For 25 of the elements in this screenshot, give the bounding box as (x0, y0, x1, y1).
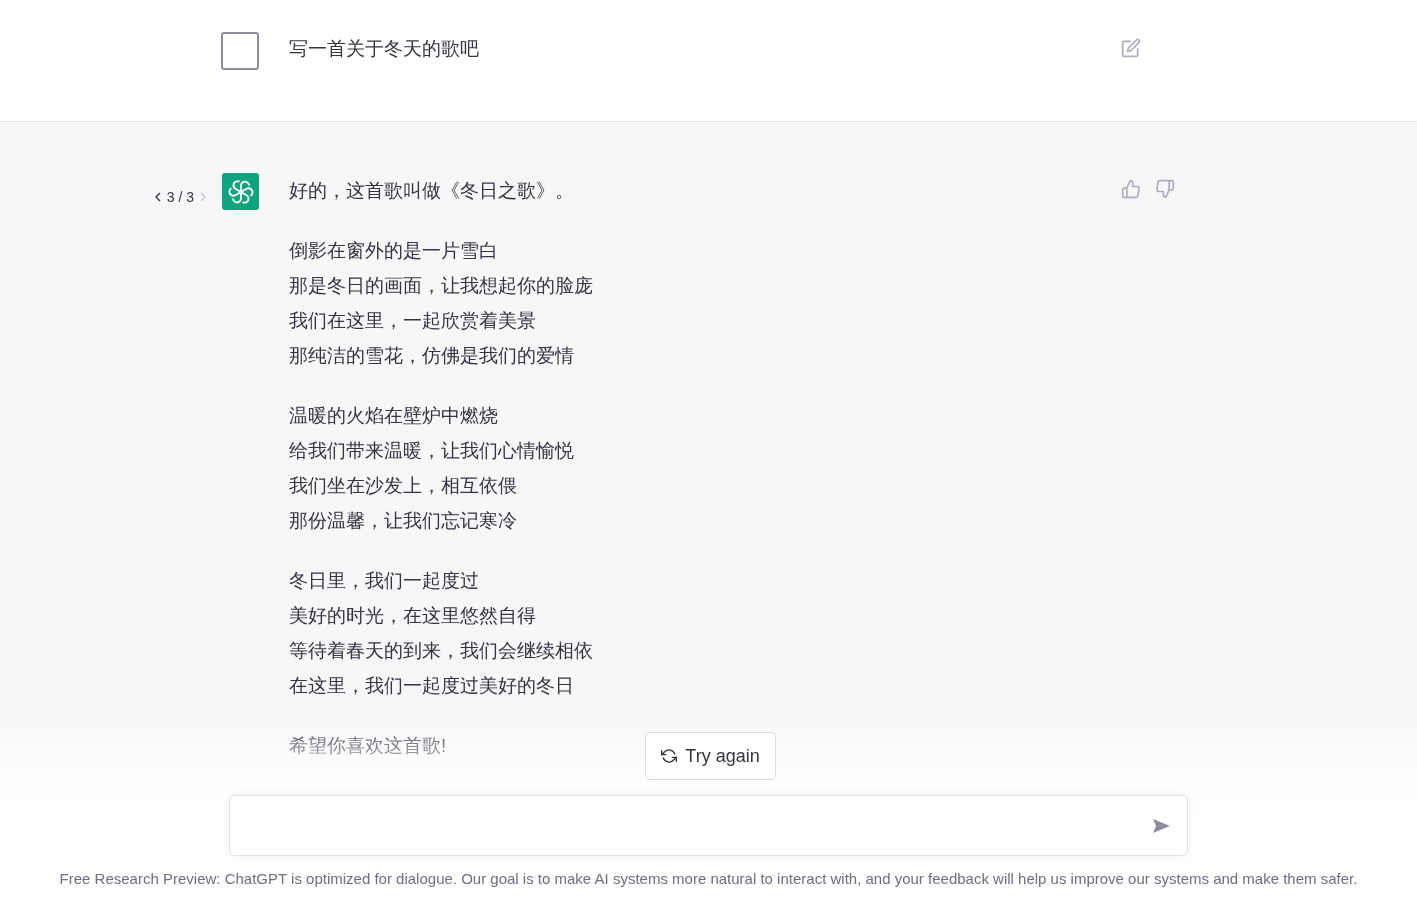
refresh-icon (661, 748, 678, 764)
thumbs-down-icon[interactable] (1155, 179, 1175, 199)
lyric-line: 那份温馨，让我们忘记寒冷 (289, 509, 517, 533)
assistant-avatar (222, 173, 259, 210)
lyric-line: 那纯洁的雪花，仿佛是我们的爱情 (289, 344, 574, 368)
lyric-line: 等待着春天的到来，我们会继续相依 (289, 639, 593, 663)
user-avatar (221, 32, 259, 70)
lyric-line: 我们坐在沙发上，相互依偎 (289, 474, 517, 498)
lyric-line: 那是冬日的画面，让我想起你的脸庞 (289, 274, 593, 298)
lyric-line: 我们在这里，一起欣赏着美景 (289, 309, 536, 333)
lyric-line: 倒影在窗外的是一片雪白 (289, 239, 498, 263)
page-counter: 3 / 3 (166, 188, 194, 205)
edit-icon[interactable] (1121, 38, 1141, 58)
lyric-line: 在这里，我们一起度过美好的冬日 (289, 674, 574, 698)
lyric-line: 温暖的火焰在壁炉中燃烧 (289, 404, 498, 428)
lyric-line: 美好的时光，在这里悠然自得 (289, 604, 536, 628)
footer-text: Free Research Preview: ChatGPT is optimized for dialogue. Our goal is to make AI systems more natural to interact with, and your feedback will help us improve our systems and make them safer. (59, 870, 1358, 887)
assistant-outro: 希望你喜欢这首歌! (289, 734, 447, 758)
message-input[interactable] (229, 795, 1188, 856)
try-again-button[interactable]: Try again (645, 732, 776, 780)
thumbs-up-icon[interactable] (1121, 179, 1141, 199)
assistant-intro: 好的，这首歌叫做《冬日之歌》。 (289, 179, 574, 203)
lyric-line: 冬日里，我们一起度过 (289, 569, 479, 593)
lyric-line: 给我们带来温暖，让我们心情愉悦 (289, 439, 574, 463)
user-message: 写一首关于冬天的歌吧 (289, 37, 479, 61)
